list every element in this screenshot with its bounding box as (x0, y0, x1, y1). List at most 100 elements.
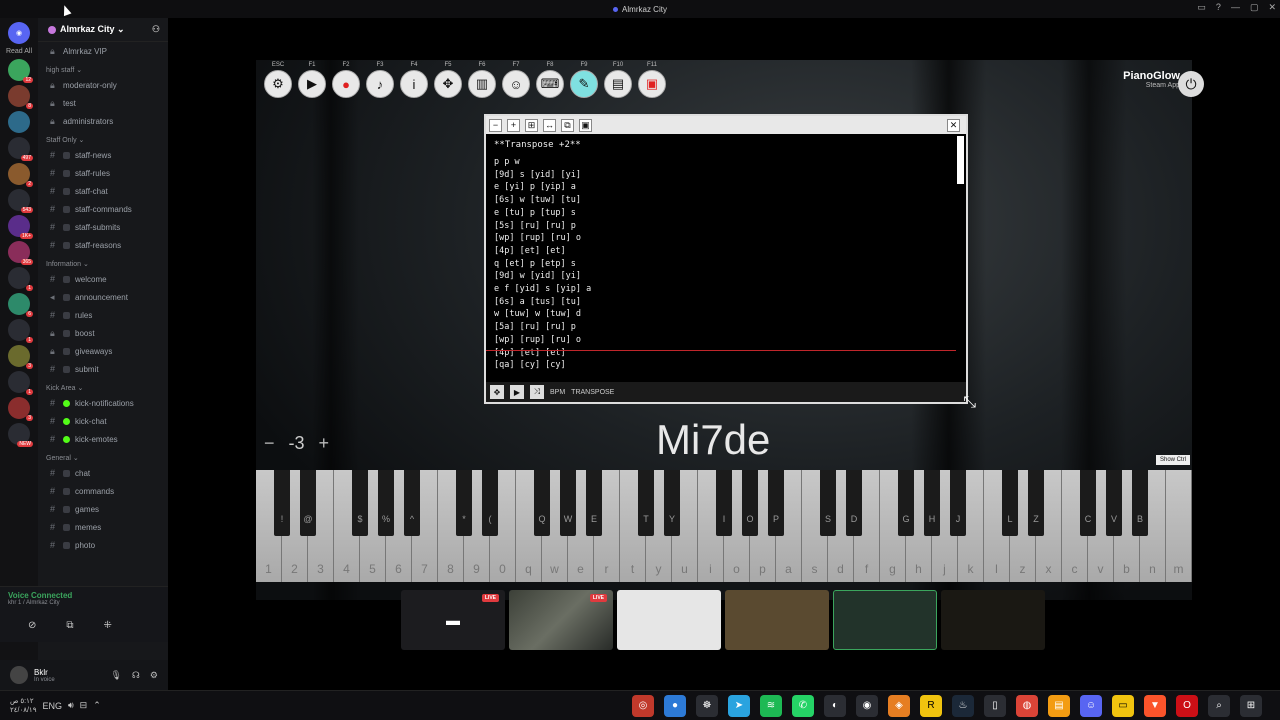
piano-black-key[interactable]: ! (274, 470, 290, 536)
microphone-icon[interactable]: 🎙︎ (110, 670, 121, 681)
stream-tile[interactable]: LIVE ▬ (401, 590, 505, 650)
language-indicator[interactable]: ENG (42, 701, 62, 711)
channel-item[interactable]: ◂ announcement (38, 288, 168, 306)
discord-icon[interactable]: F7 ☺ (502, 62, 530, 98)
piano-black-key[interactable]: E (586, 470, 602, 536)
tray-expand-icon[interactable]: ⌃ (93, 700, 101, 711)
channel-item[interactable]: # staff-chat (38, 182, 168, 200)
shuffle-icon[interactable]: ⤨ (530, 385, 544, 399)
server-icon[interactable]: 2 (8, 163, 33, 187)
piano-black-key[interactable]: V (1106, 470, 1122, 536)
category-general[interactable]: General ⌄ (38, 448, 168, 464)
channel-item[interactable]: 🔒︎ administrators (38, 112, 168, 130)
transpose-label[interactable]: TRANSPOSE (571, 389, 614, 396)
opera-icon[interactable]: O (1176, 694, 1198, 717)
category-information[interactable]: Information ⌄ (38, 254, 168, 270)
piano-black-key[interactable]: L (1002, 470, 1018, 536)
piano-black-key[interactable]: B (1132, 470, 1148, 536)
read-all-button[interactable]: Read All (6, 48, 32, 55)
piano-black-key[interactable]: Y (664, 470, 680, 536)
folder-icon[interactable]: ▭ (1112, 694, 1134, 717)
piano-black-key[interactable]: O (742, 470, 758, 536)
channel-item[interactable]: # staff-news (38, 146, 168, 164)
channel-item[interactable]: # kick-chat (38, 412, 168, 430)
server-icon[interactable]: 365 (8, 241, 33, 265)
file-icon[interactable]: ▯ (984, 694, 1006, 717)
spotify-icon[interactable]: ≋ (760, 694, 782, 717)
theme-icon[interactable]: F9 ✎ (570, 62, 598, 98)
discord-home-icon[interactable]: ◉ (8, 22, 30, 44)
server-icon[interactable]: 497 (8, 137, 33, 161)
bpm-label[interactable]: BPM (550, 389, 565, 396)
server-icon[interactable]: 12 (8, 59, 33, 83)
book-icon[interactable]: F10 ▤ (604, 62, 632, 98)
power-icon[interactable]: ⏻ (1178, 71, 1204, 97)
piano-black-key[interactable]: ^ (404, 470, 420, 536)
server-icon[interactable]: 6 (8, 293, 33, 317)
plus-icon[interactable]: + (507, 118, 520, 132)
piano-black-key[interactable]: H (924, 470, 940, 536)
youtube-icon[interactable]: F11 ▣ (638, 62, 666, 98)
invite-icon[interactable]: ⚇ (152, 24, 160, 35)
piano-black-key[interactable]: Q (534, 470, 550, 536)
piano-black-key[interactable]: P (768, 470, 784, 536)
save-icon[interactable]: ▣ (579, 118, 592, 132)
channel-item[interactable]: # staff-reasons (38, 236, 168, 254)
piano-black-key[interactable]: T (638, 470, 654, 536)
piano-black-key[interactable]: ( (482, 470, 498, 536)
volume-icon[interactable]: 🔊︎ (68, 700, 74, 711)
channel-item[interactable]: # staff-rules (38, 164, 168, 182)
channel-item[interactable]: # rules (38, 306, 168, 324)
play-icon[interactable]: ▶ (510, 385, 524, 399)
server-icon[interactable]: 1 (8, 267, 33, 291)
server-icon[interactable]: 1 (8, 371, 33, 395)
activities-icon[interactable]: ⁜ (104, 620, 112, 631)
settings-icon[interactable]: ⚙ (150, 670, 158, 681)
category-kick-area[interactable]: Kick Area ⌄ (38, 378, 168, 394)
participant-tile[interactable] (941, 590, 1045, 650)
piano-black-key[interactable]: W (560, 470, 576, 536)
app-icon[interactable]: ☸ (696, 694, 718, 717)
piano-black-key[interactable]: D (846, 470, 862, 536)
inbox-icon[interactable]: ▭ (1197, 2, 1206, 13)
brave-icon[interactable]: ▼ (1144, 694, 1166, 717)
participant-tile[interactable] (833, 590, 937, 650)
channel-item[interactable]: # commands (38, 482, 168, 500)
record-icon[interactable]: F2 ● (332, 62, 360, 98)
participant-tile[interactable] (725, 590, 829, 650)
channel-item[interactable]: 🔒︎ moderator-only (38, 76, 168, 94)
channel-item[interactable]: # memes (38, 518, 168, 536)
piano-black-key[interactable]: G (898, 470, 914, 536)
category-high-staff[interactable]: high staff ⌄ (38, 60, 168, 76)
channel-item[interactable]: # welcome (38, 270, 168, 288)
server-icon[interactable]: 8 (8, 85, 33, 109)
scrollbar[interactable] (957, 136, 964, 184)
participant-tile[interactable] (617, 590, 721, 650)
piano-black-key[interactable]: C (1080, 470, 1096, 536)
gamepad-icon[interactable]: F5 ✥ (434, 62, 462, 98)
plus-button[interactable]: + (319, 433, 330, 454)
piano-white-key[interactable]: m (1166, 470, 1192, 582)
voice-channel-label[interactable]: khr 1 / Almrkaz City (8, 600, 160, 606)
minus-icon[interactable]: − (489, 118, 502, 132)
minus-button[interactable]: − (264, 433, 275, 454)
server-icon[interactable] (8, 111, 30, 133)
app-icon[interactable]: ▤ (1048, 694, 1070, 717)
resize-icon[interactable]: ⤡ (963, 394, 976, 412)
copy-icon[interactable]: ⧉ (561, 118, 574, 132)
channel-item[interactable]: # submit (38, 360, 168, 378)
play-icon[interactable]: F1 ▶ (298, 62, 326, 98)
voice-connected-label[interactable]: Voice Connected (8, 591, 160, 600)
stream-tile[interactable]: LIVE (509, 590, 613, 650)
server-icon[interactable]: 1K+ (8, 215, 33, 239)
app-icon[interactable]: ◐ (824, 694, 846, 717)
piano-black-key[interactable]: * (456, 470, 472, 536)
discord-icon[interactable]: ☺ (1080, 694, 1102, 717)
help-icon[interactable]: ? (1216, 2, 1221, 13)
piano-black-key[interactable]: J (950, 470, 966, 536)
channel-item[interactable]: # staff-commands (38, 200, 168, 218)
settings-icon[interactable]: ESC ⚙ (264, 62, 292, 98)
close-icon[interactable]: ✕ (947, 118, 960, 132)
width-icon[interactable]: ↔ (543, 118, 556, 132)
server-icon[interactable]: 3 (8, 345, 33, 369)
